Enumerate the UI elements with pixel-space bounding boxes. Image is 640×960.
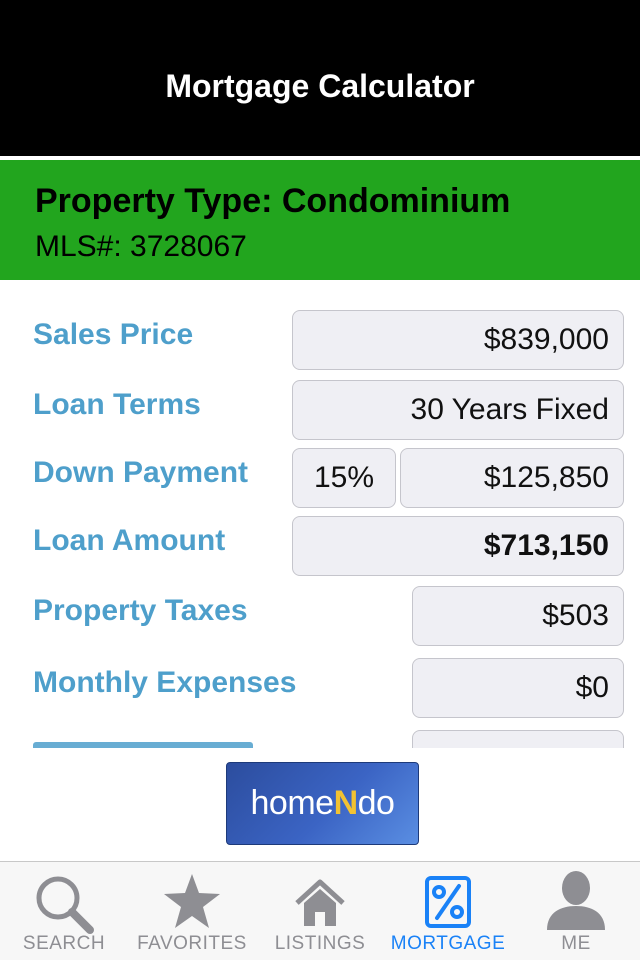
next-row-field[interactable]	[412, 730, 624, 748]
down-payment-percent-field[interactable]: 15%	[292, 448, 396, 508]
tab-listings[interactable]: LISTINGS	[256, 862, 384, 960]
loan-amount-field: $713,150	[292, 516, 624, 576]
property-taxes-label: Property Taxes	[33, 594, 248, 627]
tab-label: FAVORITES	[137, 933, 247, 954]
ad-banner: home Ndo	[0, 748, 640, 861]
down-payment-label: Down Payment	[33, 456, 249, 489]
property-taxes-field[interactable]: $503	[412, 586, 624, 646]
search-icon	[36, 876, 94, 934]
tab-label: SEARCH	[22, 933, 106, 954]
tab-mortgage[interactable]: MORTGAGE	[384, 862, 512, 960]
tab-search[interactable]: SEARCH	[0, 862, 128, 960]
navigation-bar: Mortgage Calculator	[0, 0, 640, 156]
house-icon	[295, 879, 345, 926]
loan-terms-label: Loan Terms	[33, 388, 201, 421]
mls-number: MLS#: 3728067	[35, 230, 247, 263]
tab-favorites[interactable]: FAVORITES	[128, 862, 256, 960]
tab-label: LISTINGS	[274, 933, 366, 954]
loan-amount-label: Loan Amount	[33, 524, 226, 557]
loan-terms-field[interactable]: 30 Years Fixed	[292, 380, 624, 440]
page-title: Mortgage Calculator	[165, 68, 475, 104]
tab-label: MORTGAGE	[390, 933, 506, 954]
homendo-logo[interactable]: home Ndo	[226, 762, 419, 845]
monthly-expenses-label: Monthly Expenses	[33, 666, 297, 699]
tab-label: ME	[561, 933, 591, 954]
star-icon	[164, 874, 220, 928]
property-type-label: Property Type: Condominium	[35, 182, 511, 220]
sales-price-label: Sales Price	[33, 318, 194, 351]
percent-icon	[425, 876, 471, 928]
mortgage-form[interactable]: Sales Price $839,000 Loan Terms 30 Years…	[0, 280, 640, 748]
sales-price-field[interactable]: $839,000	[292, 310, 624, 370]
down-payment-amount-field[interactable]: $125,850	[400, 448, 624, 508]
tab-me[interactable]: ME	[512, 862, 640, 960]
monthly-expenses-field[interactable]: $0	[412, 658, 624, 718]
person-icon	[547, 871, 605, 930]
tab-bar: SEARCH FAVORITES LISTINGS MORTGAGE ME	[0, 861, 640, 960]
